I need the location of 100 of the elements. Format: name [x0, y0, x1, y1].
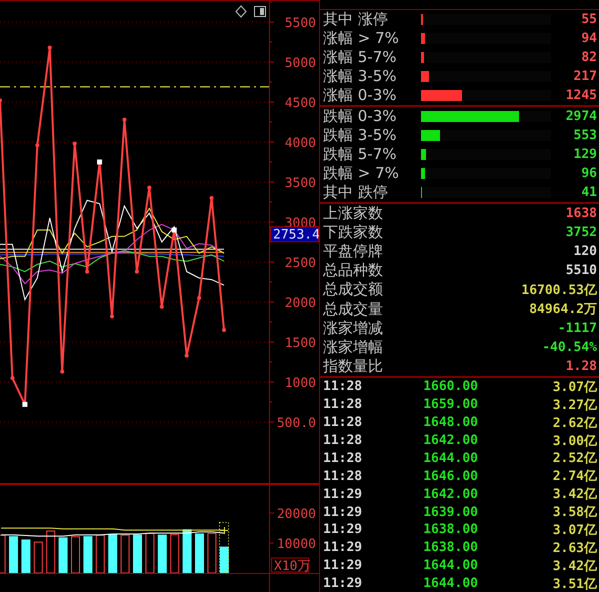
point: [85, 270, 90, 274]
volume-bar: [207, 532, 216, 574]
volume-bar: [46, 530, 56, 574]
volume-bar: [145, 532, 154, 574]
point: [197, 296, 202, 300]
tick-price: 1659.00: [422, 397, 478, 412]
axis-label: 3500: [284, 176, 316, 191]
range-label: 跌幅 3-5%: [323, 126, 398, 145]
axis-label: 2000: [284, 296, 316, 311]
tick-amount: 3.07亿: [552, 522, 597, 539]
tick-price: 1646.00: [422, 468, 478, 484]
count-value: 41: [580, 185, 597, 200]
count-value: 55: [580, 12, 597, 27]
axis-label: 500.0: [276, 416, 316, 431]
axis-label: 5000: [284, 56, 316, 71]
axis-label: 10000: [276, 537, 316, 552]
stat-value: -40.54%: [541, 340, 597, 355]
tick-amount: 2.63亿: [552, 540, 597, 557]
tick-amount: 3.51亿: [552, 576, 597, 592]
range-label: 涨幅 > 7%: [323, 29, 400, 48]
volume-bar: [21, 539, 30, 573]
volume-bar: [83, 536, 92, 573]
volume-bar: [71, 536, 80, 574]
stat-value: 16700.53亿: [520, 282, 597, 299]
stat-value: 1.28: [564, 358, 597, 374]
range-label: 其中 跌停: [323, 183, 389, 202]
count-value: 217: [572, 69, 597, 84]
tick-price: 1638.00: [422, 522, 478, 538]
point: [35, 143, 40, 148]
stat-label: 总品种数: [323, 261, 384, 280]
point: [147, 186, 152, 190]
point: [210, 196, 214, 200]
stat-value: 5510: [564, 263, 597, 278]
range-label: 涨幅 5-7%: [323, 48, 398, 67]
point: [110, 314, 114, 318]
tick-time: 11:29: [323, 504, 363, 520]
stat-label: 总成交额: [323, 280, 384, 300]
tick-time: 11:28: [323, 450, 363, 466]
range-label: 跌幅 5-7%: [323, 145, 398, 164]
count-value: 129: [572, 147, 597, 162]
diamond-icon[interactable]: [235, 5, 247, 18]
point: [222, 328, 226, 332]
cursor-box: [219, 522, 229, 573]
range-label: 跌幅 > 7%: [323, 164, 400, 183]
volume-bar: [9, 536, 18, 573]
volume-bar: [220, 546, 229, 573]
tick-amount: 2.62亿: [552, 414, 597, 432]
tick-time: 11:28: [323, 468, 363, 484]
count-value: 82: [580, 50, 597, 65]
stat-label: 总成交量: [323, 300, 384, 319]
tick-amount: 3.42亿: [552, 558, 597, 575]
volume-bar: [195, 533, 204, 573]
volume-bar: [158, 534, 167, 573]
count-value: 2974: [564, 109, 597, 124]
volume-bar: [96, 534, 105, 574]
tick-amount: 3.00亿: [552, 432, 597, 450]
volume-bar: [34, 542, 43, 574]
tick-time: 11:29: [323, 522, 363, 538]
tick-time: 11:28: [323, 415, 363, 430]
stat-value: -1117: [556, 320, 597, 336]
stat-value: 3752: [564, 225, 597, 240]
axis-label: 4500: [284, 96, 316, 111]
tick-price: 1648.00: [422, 415, 478, 430]
axis-label: 4000: [284, 136, 316, 151]
panel-toggle-icon[interactable]: [254, 6, 266, 17]
axis-label: 20000: [276, 507, 316, 522]
point: [160, 304, 164, 309]
volume-bar: [0, 534, 6, 574]
range-label: 涨幅 0-3%: [323, 86, 398, 105]
tick-amount: 3.07亿: [552, 378, 597, 396]
volume-bar: [120, 534, 130, 574]
point: [184, 354, 189, 358]
tick-price: 1644.00: [422, 558, 478, 574]
tick-time: 11:29: [323, 576, 363, 592]
stat-label: 涨家增减: [323, 318, 384, 338]
tick-price: 1660.00: [422, 379, 478, 394]
point: [134, 270, 139, 274]
stat-value: 1638: [564, 206, 597, 222]
volume-bar: [182, 529, 192, 573]
count-value: 94: [580, 31, 597, 46]
tick-amount: 3.27亿: [552, 396, 597, 414]
axis-label: 2500: [284, 256, 316, 271]
tick-amount: 2.52亿: [552, 450, 597, 468]
tick-amount: 2.74亿: [552, 468, 597, 486]
point: [48, 46, 52, 50]
stat-value: 84964.2万: [528, 301, 597, 318]
axis-label: 5500: [284, 16, 316, 31]
axis-label: 1000: [284, 376, 316, 391]
tick-time: 11:28: [323, 433, 363, 448]
tick-price: 1642.00: [422, 486, 478, 502]
stat-label: 平盘停牌: [323, 242, 384, 262]
count-value: 96: [580, 166, 597, 181]
count-value: 553: [572, 128, 597, 143]
volume-bar: [58, 537, 68, 573]
tick-amount: 3.42亿: [552, 486, 597, 504]
volume-bar: [170, 534, 180, 574]
volume-bar: [108, 534, 118, 573]
axis-label: 1500: [284, 336, 316, 351]
tick-time: 11:29: [323, 486, 363, 502]
tick-time: 11:29: [323, 540, 363, 556]
